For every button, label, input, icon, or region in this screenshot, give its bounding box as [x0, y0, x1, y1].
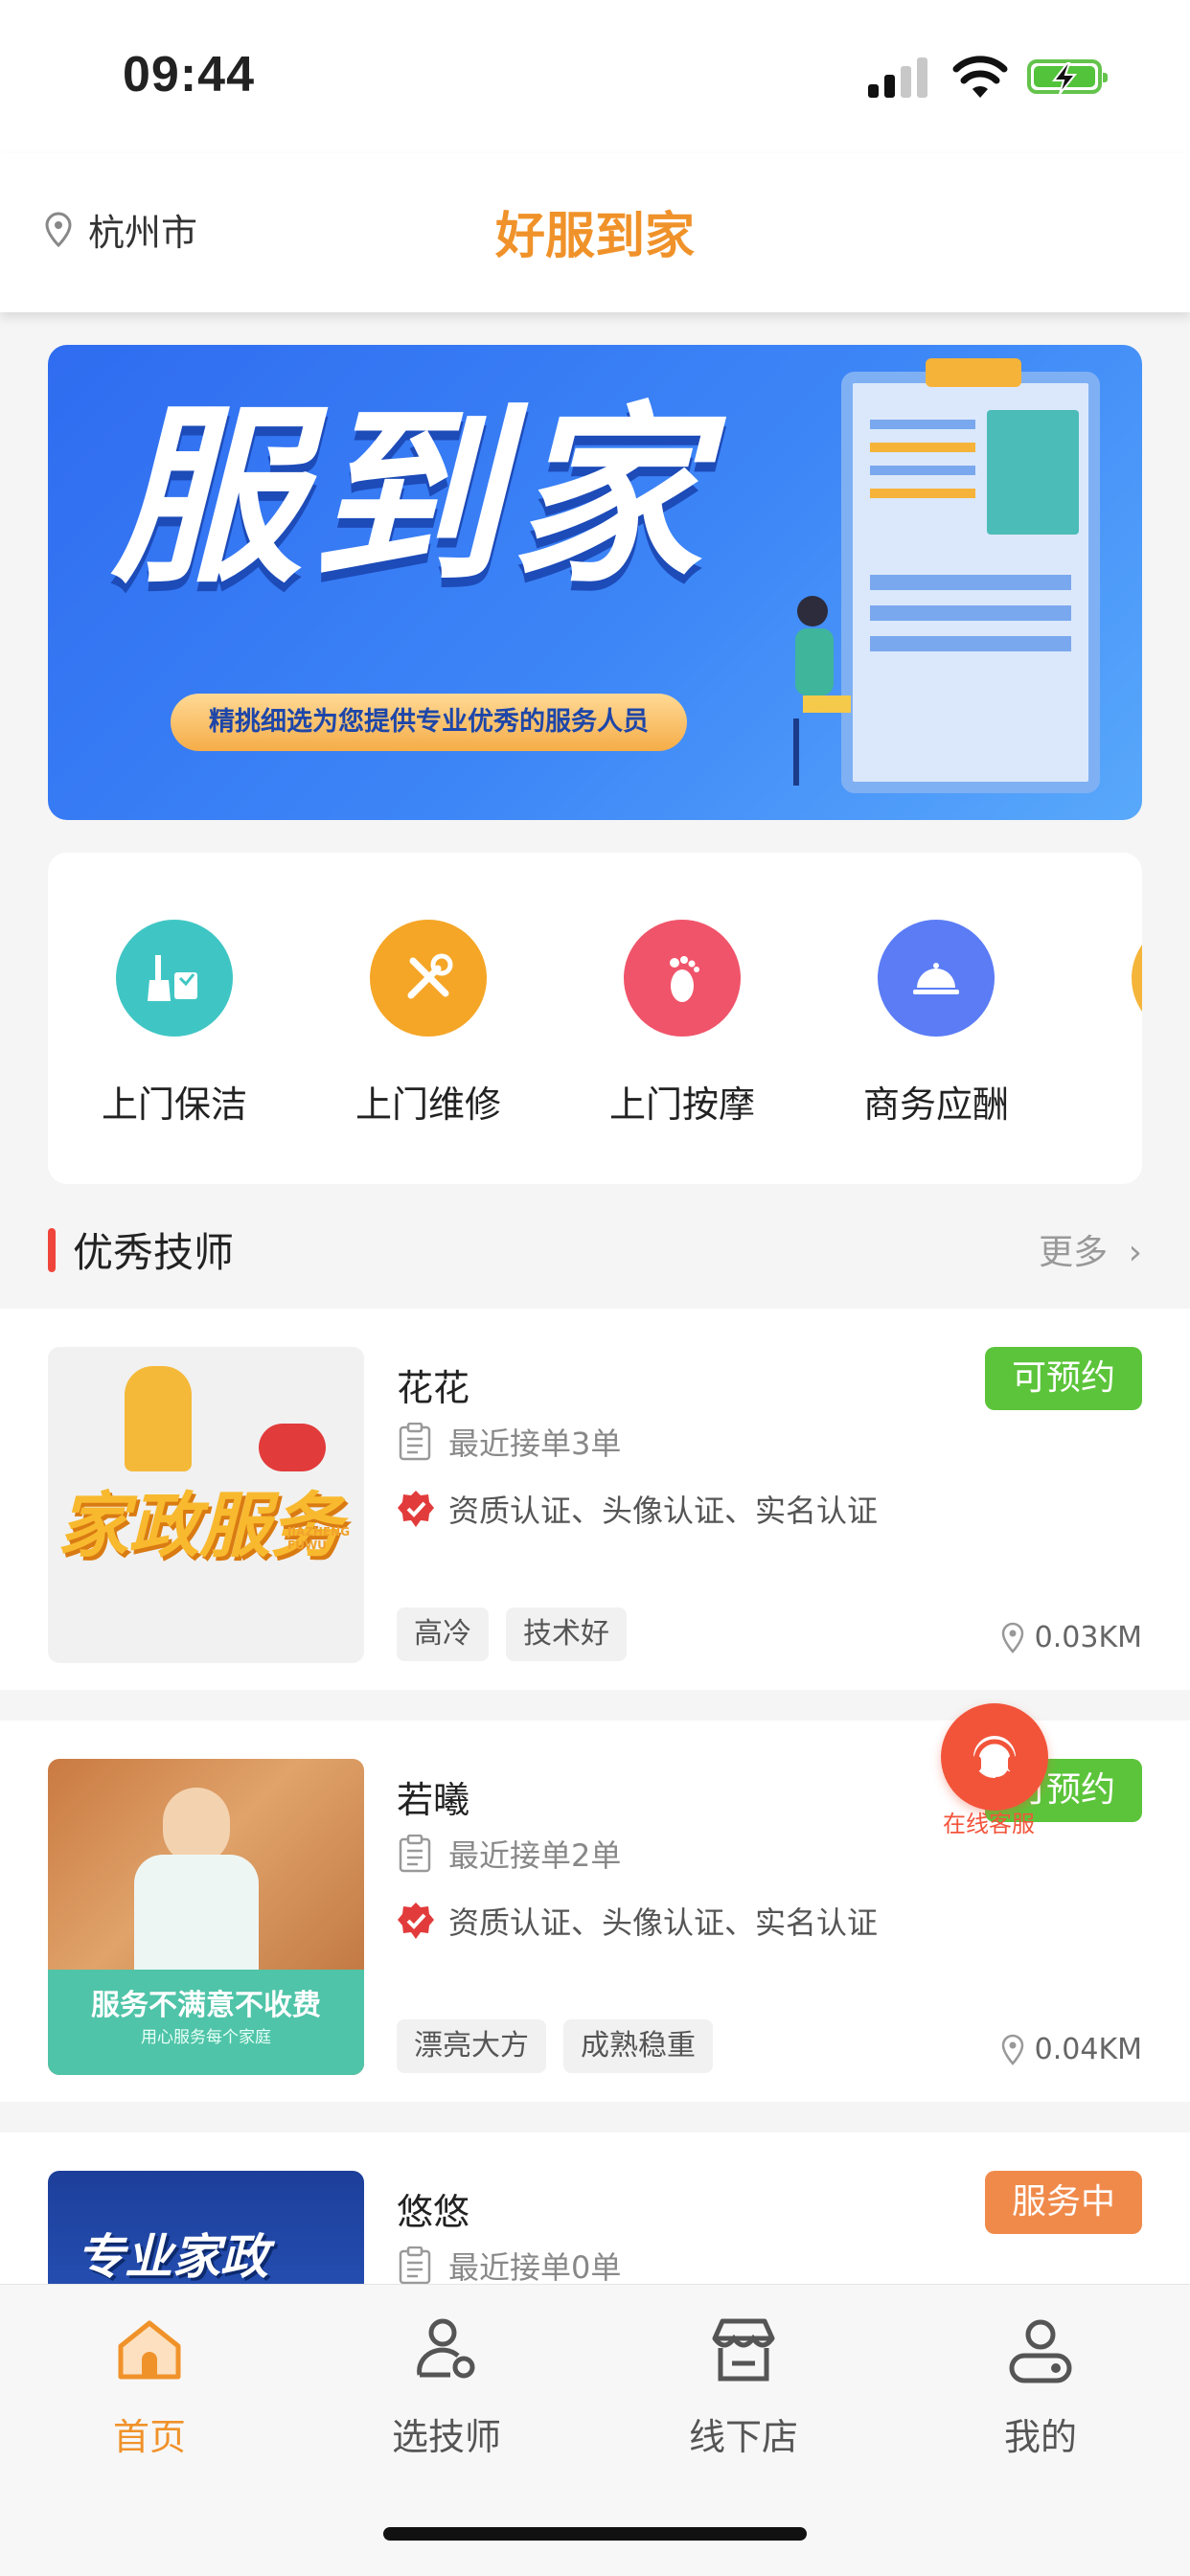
tag: 高冷	[397, 1607, 489, 1661]
certification: 资质认证、头像认证、实名认证	[397, 1487, 878, 1531]
photo-subcaption: 用心服务每个家庭	[141, 2028, 271, 2047]
tag: 漂亮大方	[397, 2019, 546, 2073]
cert-text: 资质认证、头像认证、实名认证	[448, 1493, 879, 1529]
recent-orders: 最近接单0单	[397, 2244, 621, 2288]
verified-badge-icon	[398, 1491, 434, 1527]
category-label: 上门维修	[355, 1083, 501, 1126]
tab-profile[interactable]: 我的	[945, 2314, 1136, 2460]
people-illustration	[793, 596, 851, 786]
store-icon	[712, 2318, 775, 2382]
tag-list: 高冷 技术好	[397, 1607, 644, 1661]
clipboard-icon	[399, 1423, 431, 1461]
battery-icon	[1027, 59, 1108, 95]
repair-icon	[370, 920, 487, 1037]
book-button[interactable]: 可预约	[984, 1347, 1142, 1410]
profile-icon	[1009, 2319, 1072, 2383]
category-label: 上门保洁	[101, 1083, 247, 1126]
category-business[interactable]: 商务应酬	[840, 920, 1032, 1128]
customer-service-label: 在线客服	[943, 1811, 1035, 1837]
category-grid: 上门保洁 上门维修 上门按摩 商务应酬 上	[48, 853, 1142, 1184]
category-label: 上	[1094, 1075, 1142, 1128]
category-cleaning[interactable]: 上门保洁	[79, 920, 270, 1128]
tab-label: 我的	[1003, 2416, 1077, 2458]
tab-technicians[interactable]: 选技师	[351, 2314, 542, 2460]
more-link[interactable]: 更多 ›	[1039, 1224, 1142, 1274]
cleaning-icon	[116, 920, 233, 1037]
photo-subcaption: JIAZHENG FUWU	[287, 1525, 351, 1552]
tab-label: 选技师	[391, 2416, 501, 2458]
signal-icon	[868, 57, 929, 98]
location-pin-icon	[1001, 2034, 1023, 2065]
home-icon	[118, 2320, 181, 2380]
banner-headline: 服到家	[111, 386, 710, 609]
technician-icon	[417, 2318, 475, 2379]
category-label: 商务应酬	[862, 1083, 1009, 1126]
more-label: 更多	[1039, 1233, 1109, 1272]
clipboard-icon	[399, 1835, 431, 1873]
category-partial[interactable]: 上	[1094, 920, 1142, 1128]
customer-service-button[interactable]: 在线客服	[941, 1703, 1048, 1838]
section-title: 优秀技师	[73, 1229, 235, 1276]
status-time: 09:44	[123, 47, 255, 103]
distance: 0.03KM	[1000, 1621, 1142, 1654]
orders-text: 最近接单3单	[448, 1425, 622, 1462]
distance-text: 0.03KM	[1034, 1621, 1142, 1654]
tag: 成熟稳重	[563, 2019, 713, 2073]
home-indicator	[383, 2527, 807, 2541]
orders-text: 最近接单2单	[448, 1837, 622, 1874]
tab-store[interactable]: 线下店	[648, 2314, 839, 2460]
tab-label: 首页	[112, 2416, 186, 2458]
category-massage[interactable]: 上门按摩	[586, 920, 778, 1128]
section-accent-bar	[48, 1228, 56, 1272]
app-header: 杭州市 好服到家	[0, 153, 1190, 312]
cloche-icon	[878, 920, 995, 1037]
partial-icon	[1132, 920, 1142, 1037]
promo-banner[interactable]: 服到家 精挑细选为您提供专业优秀的服务人员	[48, 345, 1142, 820]
location-pin-icon	[1001, 1622, 1023, 1653]
cert-text: 资质认证、头像认证、实名认证	[448, 1904, 879, 1941]
technician-card[interactable]: 家政服务 JIAZHENG FUWU 花花 最近接单3单 资质认证、头像认证、实…	[0, 1309, 1190, 1690]
app-title: 好服到家	[494, 208, 695, 265]
verified-badge-icon	[398, 1903, 434, 1939]
technician-photo: 服务不满意不收费 用心服务每个家庭	[48, 1759, 364, 2075]
technician-photo: 家政服务 JIAZHENG FUWU	[48, 1347, 364, 1663]
clipboard-icon	[399, 2246, 431, 2285]
technician-name: 花花	[397, 1367, 470, 1409]
photo-caption: 专业家政	[77, 2229, 268, 2285]
headset-icon	[941, 1703, 1048, 1811]
clipboard-clip	[926, 358, 1021, 387]
category-repair[interactable]: 上门维修	[332, 920, 524, 1128]
tag: 技术好	[506, 1607, 627, 1661]
distance-text: 0.04KM	[1034, 2033, 1142, 2066]
tab-label: 线下店	[688, 2416, 798, 2458]
section-header: 优秀技师 更多 ›	[48, 1217, 1142, 1280]
status-bar: 09:44	[0, 0, 1190, 153]
photo-caption: 服务不满意不收费	[91, 1989, 321, 2022]
footprint-icon	[624, 920, 741, 1037]
tag-list: 漂亮大方 成熟稳重	[397, 2019, 730, 2073]
category-label: 上门按摩	[608, 1083, 755, 1126]
status-badge: 服务中	[984, 2171, 1142, 2234]
orders-text: 最近接单0单	[448, 2249, 622, 2286]
recent-orders: 最近接单2单	[397, 1832, 621, 1876]
certification: 资质认证、头像认证、实名认证	[397, 1899, 878, 1943]
distance: 0.04KM	[1000, 2033, 1142, 2066]
technician-name: 悠悠	[397, 2191, 470, 2233]
clipboard-illustration	[841, 372, 1100, 793]
banner-tagline: 精挑细选为您提供专业优秀的服务人员	[171, 694, 687, 751]
technician-name: 若曦	[397, 1779, 470, 1821]
tab-home[interactable]: 首页	[54, 2314, 245, 2460]
recent-orders: 最近接单3单	[397, 1420, 621, 1464]
chevron-right-icon: ›	[1128, 1233, 1142, 1272]
wifi-icon	[952, 56, 1008, 98]
